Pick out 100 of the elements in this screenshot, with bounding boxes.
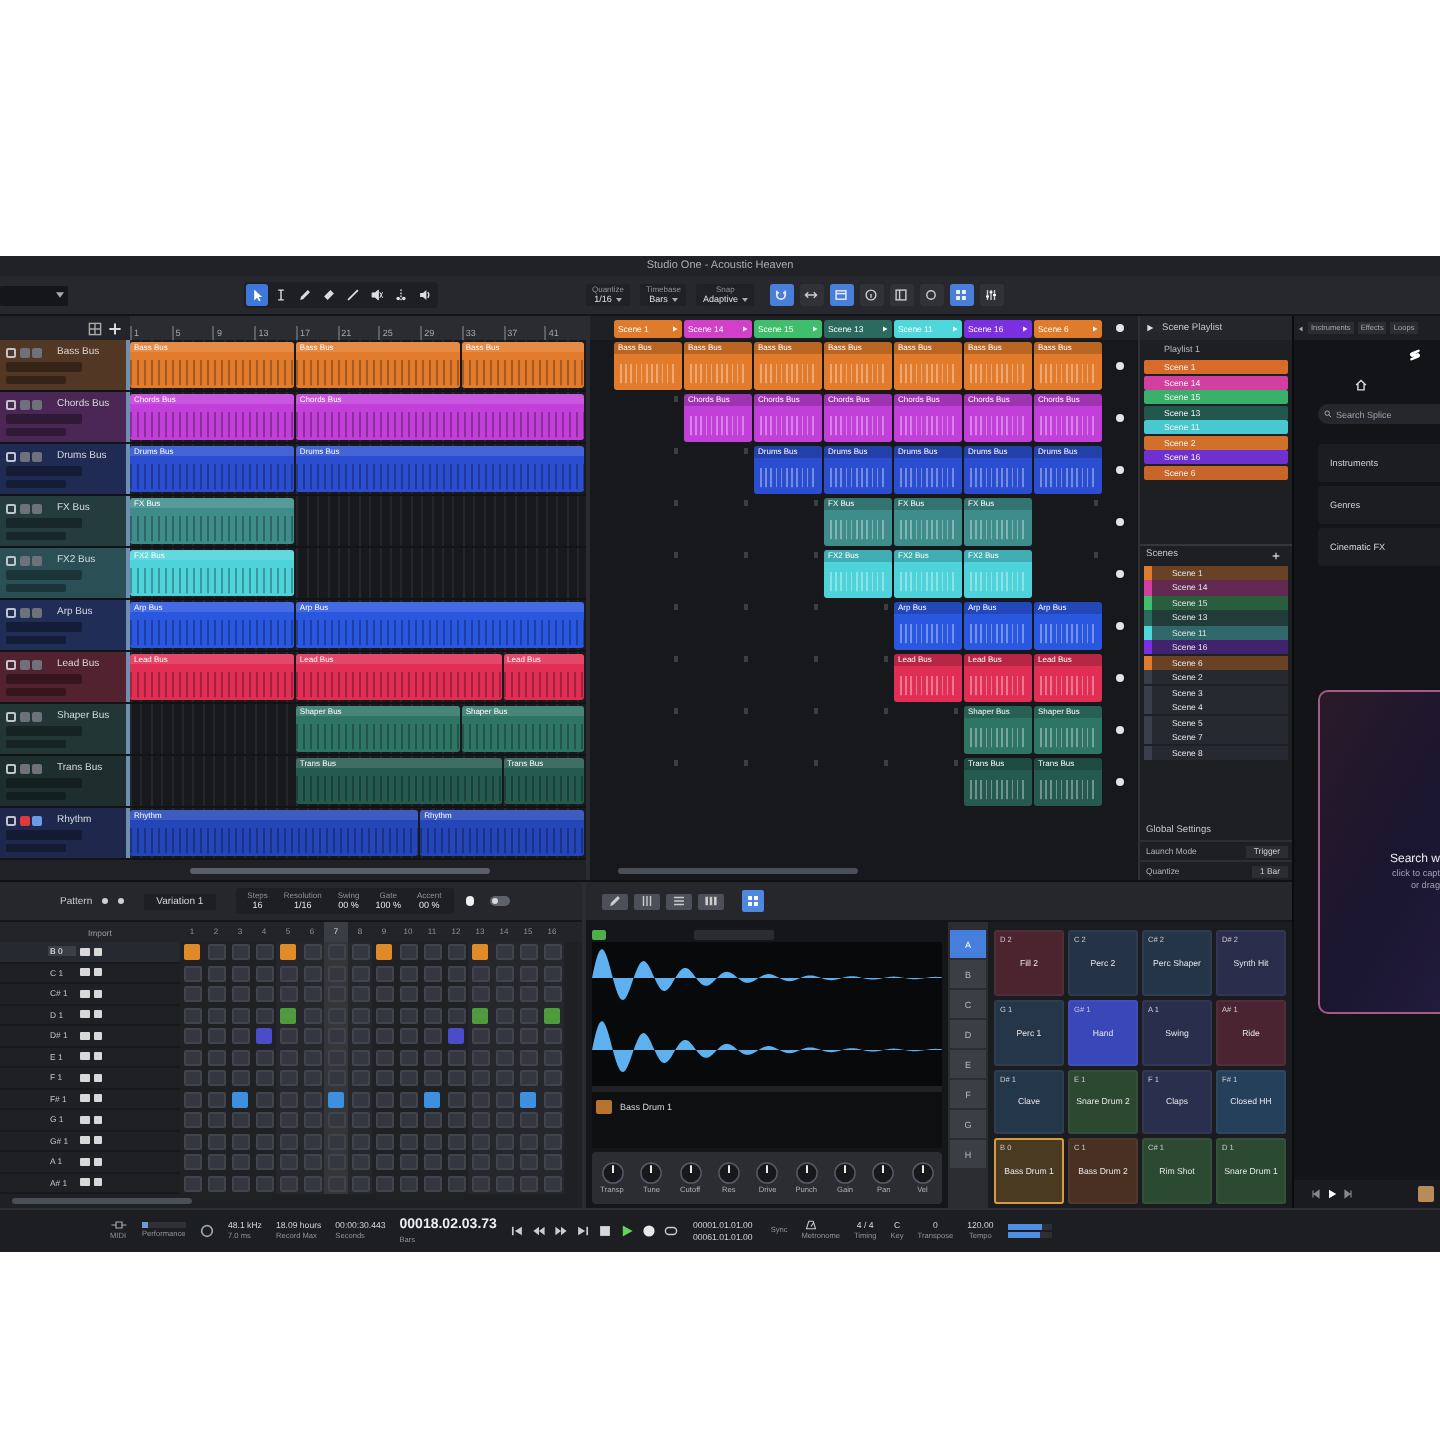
view-button[interactable] [769, 284, 794, 306]
circle-icon[interactable] [1116, 518, 1124, 526]
mute-button[interactable] [80, 989, 89, 998]
mute-button[interactable] [80, 1073, 89, 1082]
mute-button[interactable] [6, 763, 16, 773]
knob[interactable] [679, 1162, 702, 1184]
skip-back-icon[interactable] [1310, 1188, 1322, 1200]
solo-button[interactable] [93, 1010, 102, 1019]
step-pad[interactable] [279, 944, 297, 961]
monitor-button[interactable] [32, 607, 42, 617]
knob[interactable] [911, 1162, 934, 1184]
knob[interactable] [601, 1162, 624, 1184]
solo-button[interactable] [93, 1031, 102, 1040]
power-button[interactable] [592, 929, 606, 939]
step-pad[interactable] [543, 1007, 561, 1024]
mute-button[interactable] [80, 947, 89, 956]
circle-icon[interactable] [1116, 778, 1124, 786]
circle-icon[interactable] [1116, 570, 1124, 578]
solo-button[interactable] [93, 1178, 102, 1187]
mute-button[interactable] [6, 711, 16, 721]
monitor-button[interactable] [32, 503, 42, 513]
input-dropdown[interactable] [6, 622, 82, 631]
view-button[interactable] [859, 284, 884, 306]
rewind-icon[interactable] [532, 1224, 547, 1238]
tool-button[interactable] [342, 284, 364, 306]
loop-icon[interactable] [664, 1224, 679, 1238]
square-icon[interactable] [813, 708, 818, 713]
circle-icon[interactable] [1116, 466, 1124, 474]
dropdown-field[interactable] [694, 929, 774, 939]
solo-button[interactable] [93, 1115, 102, 1124]
panel-button[interactable] [698, 893, 724, 909]
step-pad[interactable] [183, 944, 201, 961]
step-pad[interactable] [375, 944, 393, 961]
solo-button[interactable] [93, 989, 102, 998]
back-icon[interactable] [1298, 325, 1304, 331]
plus-icon[interactable] [108, 321, 122, 335]
square-icon[interactable] [883, 708, 888, 713]
view-button[interactable] [829, 284, 854, 306]
solo-button[interactable] [93, 947, 102, 956]
square-icon[interactable] [883, 604, 888, 609]
knob[interactable] [717, 1162, 740, 1184]
play-icon[interactable] [1146, 324, 1154, 332]
play-icon[interactable] [1326, 1188, 1338, 1200]
knob[interactable] [640, 1162, 663, 1184]
mute-button[interactable] [6, 347, 16, 357]
mute-button[interactable] [6, 451, 16, 461]
input-dropdown[interactable] [6, 362, 82, 371]
mute-button[interactable] [80, 1157, 89, 1166]
mute-button[interactable] [6, 555, 16, 565]
mute-button[interactable] [80, 1010, 89, 1019]
panel-button[interactable] [742, 890, 764, 912]
scrollbar[interactable] [12, 1198, 192, 1204]
output-dropdown[interactable] [6, 635, 66, 644]
square-icon[interactable] [673, 708, 678, 713]
knob[interactable] [756, 1162, 779, 1184]
scrollbar[interactable] [618, 867, 858, 873]
view-button[interactable] [949, 284, 974, 306]
mute-button[interactable] [80, 968, 89, 977]
square-icon[interactable] [883, 656, 888, 661]
monitor-button[interactable] [32, 347, 42, 357]
square-icon[interactable] [743, 708, 748, 713]
square-icon[interactable] [743, 760, 748, 765]
output-dropdown[interactable] [6, 427, 66, 436]
tool-button[interactable] [318, 284, 340, 306]
mute-button[interactable] [80, 1094, 89, 1103]
square-icon[interactable] [953, 760, 958, 765]
tool-button[interactable] [366, 284, 388, 306]
monitor-button[interactable] [32, 763, 42, 773]
square-icon[interactable] [743, 656, 748, 661]
mute-button[interactable] [6, 399, 16, 409]
dot-icon[interactable] [102, 898, 109, 904]
input-dropdown[interactable] [6, 414, 82, 423]
step-pad[interactable] [423, 1091, 441, 1108]
mute-button[interactable] [6, 607, 16, 617]
step-pad[interactable] [327, 1091, 345, 1108]
grid-icon[interactable] [88, 321, 102, 335]
input-dropdown[interactable] [6, 830, 82, 839]
skip-forward-icon[interactable] [1342, 1188, 1354, 1200]
circle-icon[interactable] [1116, 362, 1124, 370]
tool-button[interactable] [246, 284, 268, 306]
knob[interactable] [795, 1162, 818, 1184]
scrollbar[interactable] [190, 867, 490, 873]
square-icon[interactable] [673, 604, 678, 609]
play-icon[interactable] [620, 1224, 635, 1238]
square-icon[interactable] [673, 396, 678, 401]
square-icon[interactable] [1093, 552, 1098, 557]
solo-button[interactable] [93, 1052, 102, 1061]
output-dropdown[interactable] [6, 479, 66, 488]
knob[interactable] [834, 1162, 857, 1184]
solo-button[interactable] [93, 1157, 102, 1166]
panel-button[interactable] [602, 893, 628, 909]
knob[interactable] [872, 1162, 895, 1184]
square-icon[interactable] [813, 604, 818, 609]
output-dropdown[interactable] [6, 687, 66, 696]
square-icon[interactable] [813, 656, 818, 661]
square-icon[interactable] [673, 760, 678, 765]
output-dropdown[interactable] [6, 583, 66, 592]
monitor-button[interactable] [32, 815, 42, 825]
solo-button[interactable] [93, 1136, 102, 1145]
circle-icon[interactable] [1116, 726, 1124, 734]
